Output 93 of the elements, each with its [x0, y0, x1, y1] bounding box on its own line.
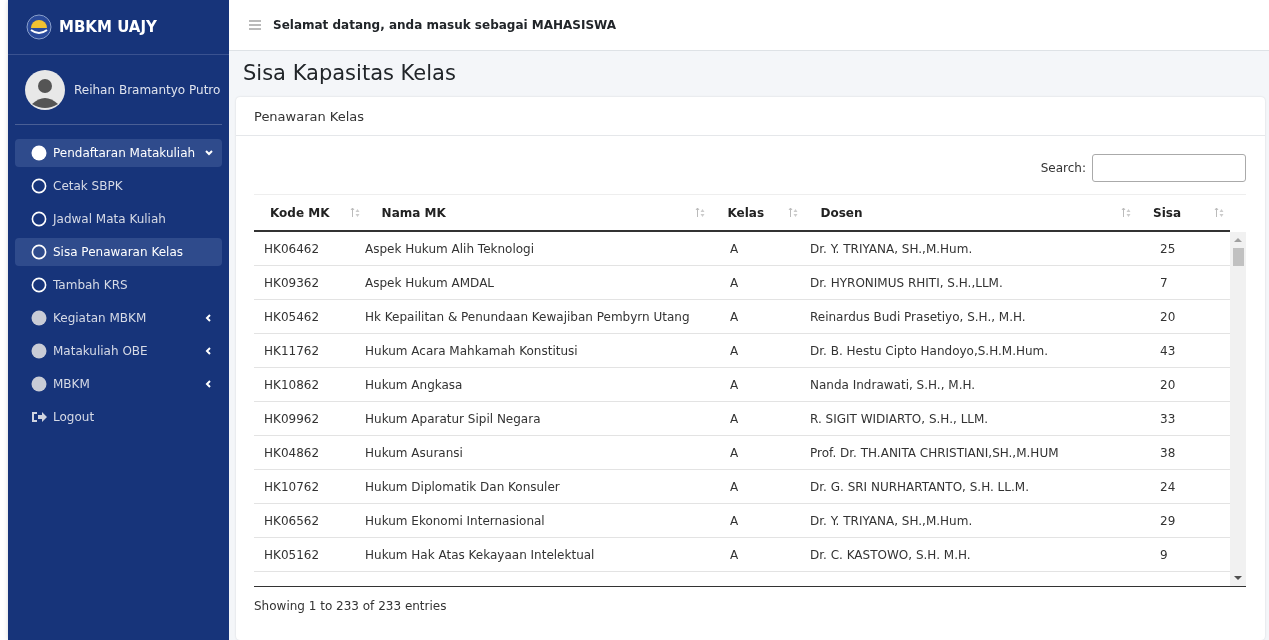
column-header[interactable]: Nama MK	[381, 205, 446, 220]
table-cell: Hukum Angkasa	[365, 377, 463, 392]
circle-icon	[31, 343, 47, 359]
circle-icon	[31, 310, 47, 326]
table-cell: Prof. Dr. TH.ANITA CHRISTIANI,SH.,M.HUM	[810, 445, 1059, 460]
table-cell: A	[730, 479, 739, 494]
table-cell: Hukum Aparatur Sipil Negara	[365, 411, 541, 426]
table-cell: 33	[1160, 411, 1176, 426]
table-cell: 43	[1160, 343, 1176, 358]
circle-outline-icon	[31, 211, 47, 227]
table-cell: HK06462	[264, 241, 320, 256]
table-cell: Hk Kepailitan & Penundaan Kewajiban Pembyrn Utang	[365, 309, 690, 324]
table-cell: A	[730, 343, 739, 358]
sidebar-item[interactable]: MBKM	[15, 370, 222, 398]
table-cell: A	[730, 445, 739, 460]
table-cell: HK10862	[264, 377, 320, 392]
table-cell: 29	[1160, 513, 1176, 528]
menu-icon[interactable]	[249, 20, 261, 30]
table-cell: HK10762	[264, 479, 320, 494]
table-cell: HK09362	[264, 275, 320, 290]
scroll-thumb[interactable]	[1232, 248, 1244, 266]
sidebar-item[interactable]: Pendaftaran Matakuliah	[15, 139, 222, 167]
table-cell: A	[730, 241, 739, 256]
column-header[interactable]: Dosen	[820, 205, 863, 220]
circle-outline-icon	[31, 178, 47, 194]
welcome-text: Selamat datang, anda masuk sebagai MAHASISWA	[273, 18, 617, 32]
table-cell: Hukum Ekonomi Internasional	[365, 513, 545, 528]
sidebar-item[interactable]: Kegiatan MBKM	[15, 304, 222, 332]
circle-icon	[31, 376, 47, 392]
circle-outline-icon	[31, 244, 47, 260]
table-cell: Reinardus Budi Prasetiyo, S.H., M.H.	[810, 309, 1026, 324]
table-cell: A	[730, 275, 739, 290]
table-cell: HK06562	[264, 513, 320, 528]
table-cell: 7	[1160, 275, 1168, 290]
table-cell: HK05162	[264, 547, 320, 562]
table-cell: R. SIGIT WIDIARTO, S.H., LLM.	[810, 411, 989, 426]
table-cell: Hukum Acara Mahkamah Konstitusi	[365, 343, 578, 358]
table-cell: HK05462	[264, 309, 320, 324]
search-field[interactable]	[1092, 154, 1246, 182]
table-cell: 20	[1160, 377, 1176, 392]
circle-outline-icon	[31, 277, 47, 293]
table-cell: 38	[1160, 445, 1176, 460]
sort-icon[interactable]	[349, 206, 360, 219]
sort-icon[interactable]	[695, 206, 706, 219]
page-title: Sisa Kapasitas Kelas	[243, 61, 457, 85]
university-logo-icon	[26, 14, 52, 40]
table-cell: Dr. Y. TRIYANA, SH.,M.Hum.	[810, 241, 973, 256]
table-cell: HK04862	[264, 445, 320, 460]
scroll-down-icon[interactable]	[1234, 575, 1242, 581]
table-cell: HK11762	[264, 343, 320, 358]
table-cell: Aspek Hukum Alih Teknologi	[365, 241, 535, 256]
table-cell: Dr. C. KASTOWO, S.H. M.H.	[810, 547, 971, 562]
table-cell: Hukum Asuransi	[365, 445, 463, 460]
search-label: Search:	[1040, 161, 1086, 175]
sidebar-item[interactable]: Tambah KRS	[15, 271, 222, 299]
table-cell: A	[730, 513, 739, 528]
column-header[interactable]: Kode MK	[270, 205, 330, 220]
table-cell: A	[730, 547, 739, 562]
table-cell: Hukum Hak Atas Kekayaan Intelektual	[365, 547, 595, 562]
table-cell: Hukum Diplomatik Dan Konsuler	[365, 479, 560, 494]
logout-icon	[31, 409, 47, 425]
user-name[interactable]: Reihan Bramantyo Putro	[74, 82, 221, 97]
circle-icon	[31, 145, 47, 161]
table-cell: Dr. Y. TRIYANA, SH.,M.Hum.	[810, 513, 973, 528]
table-cell: Dr. B. Hestu Cipto Handoyo,S.H.M.Hum.	[810, 343, 1049, 358]
table-cell: Dr. G. SRI NURHARTANTO, S.H. LL.M.	[810, 479, 1029, 494]
table-cell: A	[730, 377, 739, 392]
avatar-icon	[25, 69, 65, 110]
sidebar-item[interactable]: Matakuliah OBE	[15, 337, 222, 365]
entries-info: Showing 1 to 233 of 233 entries	[254, 599, 448, 613]
sort-icon[interactable]	[1214, 206, 1224, 219]
table-cell: 20	[1160, 309, 1176, 324]
table-cell: 9	[1160, 547, 1168, 562]
table-cell: Dr. HYRONIMUS RHITI, S.H.,LLM.	[810, 275, 1003, 290]
sort-icon[interactable]	[1121, 206, 1131, 219]
sidebar-item[interactable]: Jadwal Mata Kuliah	[15, 205, 222, 233]
sort-icon[interactable]	[788, 206, 799, 219]
sidebar-item[interactable]: Sisa Penawaran Kelas	[15, 238, 222, 266]
scroll-up-icon[interactable]	[1234, 237, 1242, 243]
table-cell: HK09962	[264, 411, 320, 426]
sidebar-item[interactable]: Logout	[15, 403, 222, 431]
sidebar-item[interactable]: Cetak SBPK	[15, 172, 222, 200]
column-header[interactable]: Kelas	[727, 205, 765, 220]
table-cell: 24	[1160, 479, 1176, 494]
table-cell: A	[730, 309, 739, 324]
table-cell: Aspek Hukum AMDAL	[365, 275, 495, 290]
table-cell: A	[730, 411, 739, 426]
column-header[interactable]: Sisa	[1153, 205, 1181, 220]
brand-name[interactable]: MBKM UAJY	[59, 18, 157, 36]
table-cell: Nanda Indrawati, S.H., M.H.	[810, 377, 976, 392]
card-title: Penawaran Kelas	[254, 108, 365, 124]
table-cell: 25	[1160, 241, 1176, 256]
scrollbar[interactable]	[1230, 232, 1246, 586]
